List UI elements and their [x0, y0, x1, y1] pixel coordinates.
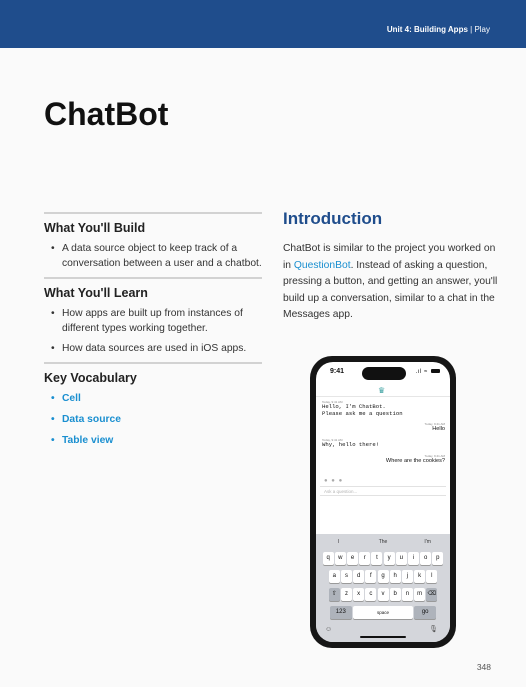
- key[interactable]: q: [322, 552, 334, 565]
- key[interactable]: h: [389, 570, 401, 583]
- key[interactable]: m: [414, 588, 426, 601]
- vocab-link-cell[interactable]: • Cell: [44, 391, 262, 406]
- questionbot-link[interactable]: QuestionBot: [294, 260, 351, 271]
- vocab-section: Key Vocabulary • Cell • Data source • Table…: [44, 362, 262, 448]
- go-key[interactable]: go: [414, 606, 437, 619]
- chat-message: Today, 9:41 AM Why, hello there!: [322, 438, 380, 448]
- page-number: 348: [476, 662, 491, 672]
- phone-screen: 9:41 .ıl ≈ ♛ Today, 9:41 AM Hello, I'm C…: [316, 362, 450, 642]
- list-item: • A data source object to keep track of a…: [51, 243, 262, 269]
- intro-paragraph: ChatBot is similar to the project you wo…: [283, 243, 498, 320]
- vocab-link-data-source[interactable]: • Data source: [44, 412, 262, 427]
- chat-message: Today, 9:41 AM Hello: [424, 422, 445, 432]
- microphone-icon[interactable]: 🎙: [429, 625, 438, 633]
- key[interactable]: l: [426, 570, 438, 583]
- key[interactable]: g: [377, 570, 389, 583]
- key[interactable]: c: [365, 588, 377, 601]
- learn-section: What You'll Learn • How apps are built up…: [44, 277, 262, 356]
- unit-label: Unit 4: Building Apps | Play: [386, 25, 490, 34]
- key[interactable]: r: [359, 552, 371, 565]
- key[interactable]: f: [365, 570, 377, 583]
- list-item: • How apps are built up from instances of…: [51, 308, 243, 334]
- list-item: • How data sources are used in iOS apps.: [51, 343, 247, 354]
- key[interactable]: e: [347, 552, 359, 565]
- shift-key[interactable]: ⇧: [328, 588, 340, 601]
- build-list: • A data source object to keep track of a…: [44, 241, 262, 271]
- key[interactable]: w: [334, 552, 346, 565]
- home-indicator: [360, 636, 406, 638]
- signal-wifi-battery-icon: .ıl ≈: [416, 369, 440, 375]
- key-row-1: q w e r t y u i o p: [316, 552, 450, 565]
- intro-column: Introduction ChatBot is similar to the p…: [283, 209, 501, 324]
- header-bar: Unit 4: Building Apps | Play: [0, 0, 526, 48]
- emoji-icon[interactable]: ☺: [325, 626, 332, 633]
- key[interactable]: i: [407, 552, 419, 565]
- key[interactable]: j: [401, 570, 413, 583]
- dynamic-island: [362, 367, 406, 380]
- key-row-3: ⇧ z x c v b n m ⌫: [316, 588, 450, 601]
- suggestion[interactable]: The: [361, 536, 406, 548]
- left-column: What You'll Build • A data source object …: [44, 212, 262, 454]
- learn-list: • How apps are built up from instances of…: [44, 306, 262, 356]
- vocab-link-table-view[interactable]: • Table view: [44, 433, 262, 448]
- key[interactable]: y: [383, 552, 395, 565]
- learn-heading: What You'll Learn: [44, 277, 262, 300]
- page-title: ChatBot: [44, 96, 169, 132]
- intro-heading: Introduction: [283, 209, 383, 228]
- build-section: What You'll Build • A data source object …: [44, 212, 262, 271]
- typing-indicator: ● ● ●: [324, 478, 344, 484]
- crown-icon: ♛: [378, 386, 386, 395]
- delete-key[interactable]: ⌫: [426, 588, 438, 601]
- key[interactable]: z: [340, 588, 352, 601]
- build-heading: What You'll Build: [44, 212, 262, 235]
- key[interactable]: b: [389, 588, 401, 601]
- key[interactable]: s: [340, 570, 352, 583]
- chat-message: Today, 9:41 AM Hello, I'm ChatBot. Pleas…: [322, 400, 403, 417]
- key[interactable]: u: [395, 552, 407, 565]
- space-key[interactable]: space: [353, 606, 413, 619]
- key[interactable]: p: [432, 552, 444, 565]
- key-row-2: a s d f g h j k l: [316, 570, 450, 583]
- suggestion-bar: I The I'm: [316, 536, 450, 548]
- key[interactable]: d: [353, 570, 365, 583]
- suggestion[interactable]: I'm: [405, 536, 450, 548]
- key[interactable]: t: [371, 552, 383, 565]
- suggestion[interactable]: I: [316, 536, 361, 548]
- key[interactable]: o: [420, 552, 432, 565]
- vocab-heading: Key Vocabulary: [44, 362, 262, 385]
- key-row-4: 123 space go: [316, 606, 450, 619]
- vocab-list: • Cell • Data source • Table view: [44, 391, 262, 448]
- key[interactable]: x: [353, 588, 365, 601]
- key[interactable]: n: [401, 588, 413, 601]
- numbers-key[interactable]: 123: [329, 606, 352, 619]
- key[interactable]: k: [414, 570, 426, 583]
- question-input[interactable]: Ask a question...: [320, 486, 446, 496]
- status-time: 9:41: [330, 368, 345, 375]
- key[interactable]: v: [377, 588, 389, 601]
- key[interactable]: a: [328, 570, 340, 583]
- keyboard: I The I'm q w e r t y u i o p a s d f g …: [316, 534, 450, 642]
- phone-mockup: 9:41 .ıl ≈ ♛ Today, 9:41 AM Hello, I'm C…: [310, 356, 456, 648]
- chat-message: Today, 9:41 AM Where are the cookies?: [385, 454, 445, 464]
